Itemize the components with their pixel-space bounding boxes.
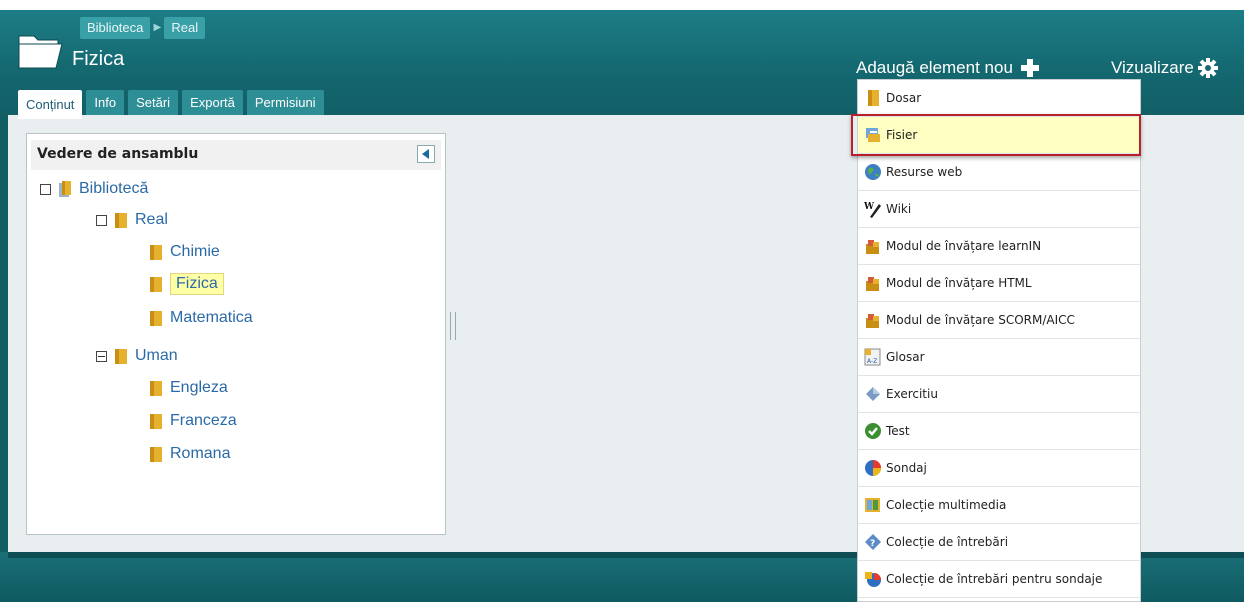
tree-node-chimie[interactable]: Chimie (150, 240, 220, 264)
menu-item-label: Modul de învățare HTML (886, 276, 1032, 290)
add-new-element-label: Adaugă element nou (856, 58, 1013, 77)
menu-item-glosar[interactable]: A-Z Glosar (858, 339, 1140, 376)
menu-item-colectie-intrebari-sondaje[interactable]: Colecție de întrebări pentru sondaje (858, 561, 1140, 598)
menu-item-resurse-web[interactable]: Resurse web (858, 154, 1140, 191)
globe-icon (865, 164, 881, 180)
tab-bar: Conținut Info Setări Exportă Permisiuni (18, 90, 324, 119)
overview-panel-title: Vedere de ansamblu (37, 146, 199, 162)
tree-node-engleza[interactable]: Engleza (150, 376, 228, 400)
menu-item-label: Colecție de întrebări (886, 535, 1009, 549)
svg-text:W: W (864, 202, 875, 212)
module-icon (866, 314, 879, 328)
svg-text:A-Z: A-Z (867, 358, 877, 365)
tree-node-real[interactable]: Real (96, 208, 168, 232)
menu-item-wiki[interactable]: W Wiki (858, 191, 1140, 228)
tree-node-uman[interactable]: Uman (96, 344, 178, 368)
menu-item-modul-html[interactable]: Modul de învățare HTML (858, 265, 1140, 302)
folder-icon (150, 414, 162, 429)
tree-node-label: Franceza (170, 412, 237, 429)
tree-node-label-selected: Fizica (170, 273, 224, 295)
folder-icon (115, 213, 127, 228)
menu-item-test[interactable]: Test (858, 413, 1140, 450)
tree-toggle-icon[interactable] (96, 214, 107, 226)
tree-node-franceza[interactable]: Franceza (150, 409, 237, 433)
tab-exporta[interactable]: Exportă (182, 90, 243, 115)
menu-item-label: Modul de învățare SCORM/AICC (886, 313, 1075, 327)
poll-question-icon (865, 572, 881, 587)
folder-icon (115, 349, 127, 364)
folder-icon (150, 277, 162, 292)
svg-text:?: ? (870, 539, 875, 549)
menu-item-label: Test (886, 424, 910, 438)
menu-item-colectie-multimedia[interactable]: Colecție multimedia (858, 487, 1140, 524)
panel-resize-handle[interactable] (450, 312, 456, 340)
gear-icon (1197, 58, 1218, 78)
highlight-annotation (851, 114, 1141, 156)
menu-item-sondaj[interactable]: Sondaj (858, 450, 1140, 487)
tree-node-label: Matematica (170, 309, 253, 326)
plus-icon (1020, 59, 1039, 77)
view-label: Vizualizare (1111, 58, 1194, 77)
menu-item-label: Colecție de întrebări pentru sondaje (886, 572, 1103, 586)
menu-item-label: Dosar (886, 91, 922, 105)
menu-item-label: Sondaj (886, 461, 927, 475)
tree-node-label: Romana (170, 445, 231, 462)
module-icon (866, 240, 879, 254)
tab-continut[interactable]: Conținut (18, 90, 83, 119)
menu-item-label: Modul de învățare learnIN (886, 239, 1042, 253)
menu-item-label: Exercitiu (886, 387, 938, 401)
tree-node-matematica[interactable]: Matematica (150, 306, 253, 330)
menu-item-dosar[interactable]: Dosar (858, 80, 1140, 117)
tree-node-label: Engleza (170, 379, 228, 396)
tab-permisiuni[interactable]: Permisiuni (246, 90, 324, 115)
breadcrumb: Biblioteca ▶ Real (80, 17, 206, 39)
menu-item-colectie-intrebari[interactable]: ? Colecție de întrebări (858, 524, 1140, 561)
library-folder-icon (59, 181, 71, 197)
menu-item-exercitiu[interactable]: Exercitiu (858, 376, 1140, 413)
add-element-menu: Dosar Fisier Resurse web W Wiki Modul de… (857, 79, 1141, 602)
breadcrumb-separator-icon: ▶ (153, 22, 162, 33)
question-icon: ? (865, 534, 881, 550)
content-left-edge (0, 115, 8, 565)
tree-collapse-icon[interactable] (96, 350, 107, 362)
folder-icon (150, 311, 162, 326)
module-icon (866, 277, 879, 291)
poll-icon (865, 460, 881, 476)
tree-node-label: Chimie (170, 243, 220, 260)
folder-icon (150, 381, 162, 396)
tree-toggle-icon[interactable] (40, 183, 51, 195)
page: Biblioteca ▶ Real Fizica Conținut Info S… (0, 0, 1244, 602)
wiki-icon: W (864, 202, 881, 218)
menu-item-modul-scorm[interactable]: Modul de învățare SCORM/AICC (858, 302, 1140, 339)
multimedia-icon (865, 498, 880, 512)
tree-node-romana[interactable]: Romana (150, 442, 230, 466)
menu-item-label: Glosar (886, 350, 925, 364)
breadcrumb-item-biblioteca[interactable]: Biblioteca (80, 17, 151, 39)
folder-icon (18, 35, 63, 69)
folder-icon (150, 245, 162, 260)
collapse-panel-button[interactable] (417, 145, 435, 163)
glossary-icon: A-Z (864, 348, 881, 366)
menu-item-label: Colecție multimedia (886, 498, 1007, 512)
overview-panel-header: Vedere de ansamblu (31, 140, 441, 170)
folder-icon (150, 447, 162, 462)
view-button[interactable]: Vizualizare (1111, 58, 1218, 78)
menu-item-label: Resurse web (886, 165, 963, 179)
menu-item-modul-learnin[interactable]: Modul de învățare learnIN (858, 228, 1140, 265)
test-icon (865, 423, 881, 439)
add-new-element-button[interactable]: Adaugă element nou (856, 58, 1039, 78)
tab-setari[interactable]: Setări (128, 90, 179, 115)
tree-node-label: Bibliotecă (79, 180, 149, 197)
tree-node-label: Uman (135, 347, 178, 364)
tree-node-label: Real (135, 211, 168, 228)
folder-icon (868, 90, 879, 106)
breadcrumb-item-real[interactable]: Real (164, 17, 206, 39)
page-title: Fizica (72, 48, 125, 70)
tree-node-biblioteca[interactable]: Bibliotecă (40, 177, 148, 201)
menu-item-label: Wiki (886, 202, 912, 216)
tree-node-fizica[interactable]: Fizica (150, 272, 224, 296)
tab-info[interactable]: Info (86, 90, 125, 115)
exercise-icon (866, 387, 880, 401)
